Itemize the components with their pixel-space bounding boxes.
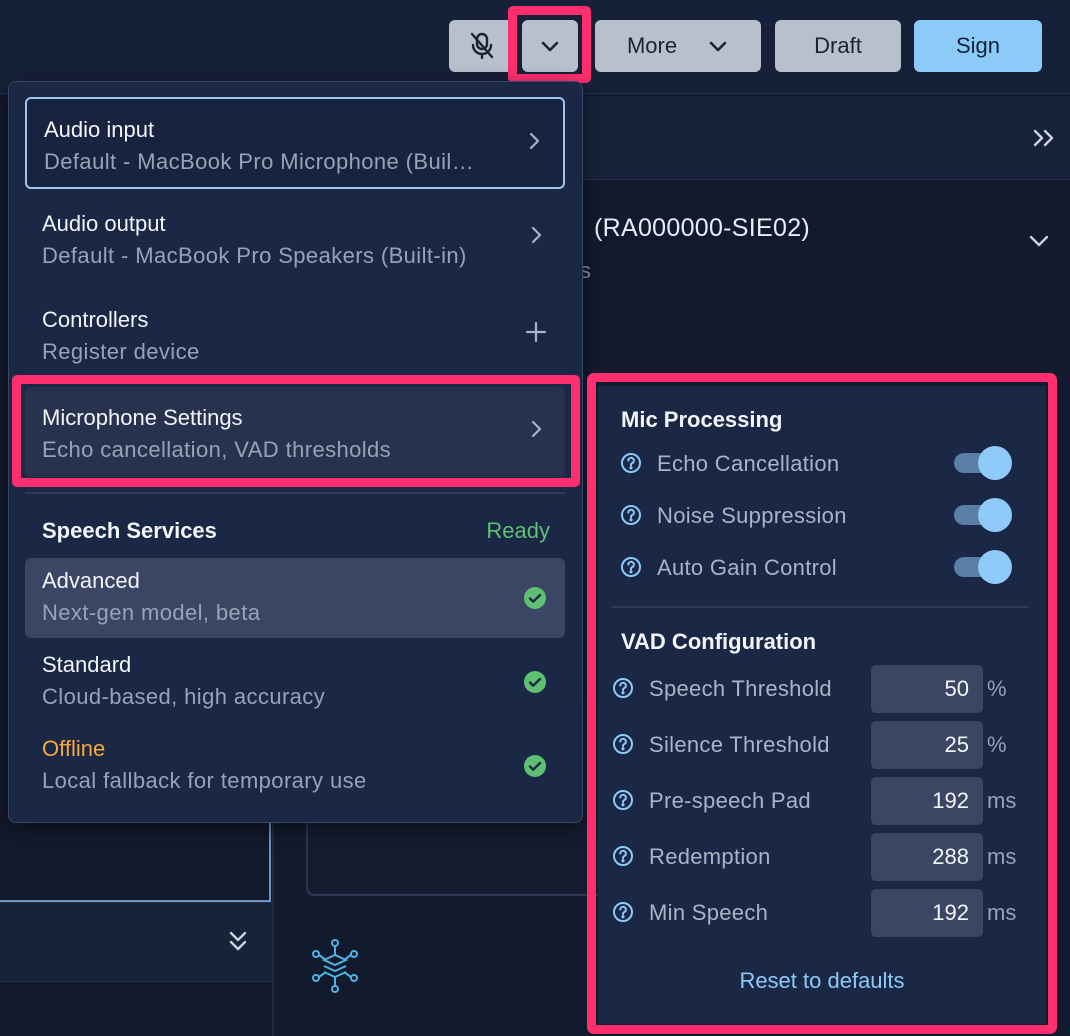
echo-cancellation-toggle[interactable] [954,446,1012,480]
toggle-row-noise-suppression: Noise Suppression [620,496,1012,536]
menu-item-audio-input[interactable]: Audio input Default - MacBook Pro Microp… [25,97,565,189]
vad-row-min-speech: Min Speech 192 ms [612,889,1032,937]
mic-mute-button[interactable] [449,20,515,72]
plus-icon [525,321,547,348]
menu-item-subtitle: Default - MacBook Pro Microphone (Buil… [44,149,475,174]
menu-item-title: Audio input [44,117,155,142]
vad-unit: ms [987,788,1017,813]
vad-configuration-heading: VAD Configuration [621,629,817,654]
help-circle-icon[interactable] [620,556,642,583]
vad-unit: ms [987,900,1017,925]
pre-speech-pad-input[interactable]: 192 [871,777,983,825]
help-circle-icon[interactable] [612,733,634,760]
vad-label: Redemption [649,844,771,869]
help-circle-icon[interactable] [612,789,634,816]
vad-unit: % [987,676,1007,701]
toggle-row-echo-cancellation: Echo Cancellation [620,444,1012,484]
redemption-input[interactable]: 288 [871,833,983,881]
menu-item-subtitle: Echo cancellation, VAD thresholds [42,437,392,462]
chevron-right-icon [529,419,543,444]
more-button[interactable]: More [595,20,761,72]
service-title: Advanced [42,568,140,593]
reset-to-defaults-link[interactable]: Reset to defaults [598,968,1046,994]
check-circle-icon [523,670,547,699]
record-title: (RA000000-SIE02) [594,214,811,242]
left-pane-footer [0,902,272,982]
vad-unit: % [987,732,1007,757]
double-chevron-right-icon[interactable] [1032,122,1056,156]
min-speech-input[interactable]: 192 [871,889,983,937]
toggle-label: Echo Cancellation [657,451,840,476]
help-circle-icon[interactable] [612,901,634,928]
service-subtitle: Next-gen model, beta [42,600,261,625]
help-circle-icon[interactable] [612,677,634,704]
help-circle-icon[interactable] [620,504,642,531]
audio-menu: Audio input Default - MacBook Pro Microp… [8,81,583,823]
service-subtitle: Local fallback for temporary use [42,768,367,793]
menu-item-title: Audio output [42,211,166,236]
toggle-row-auto-gain-control: Auto Gain Control [620,548,1012,588]
auto-gain-control-toggle[interactable] [954,550,1012,584]
speech-service-advanced[interactable]: Advanced Next-gen model, beta [25,558,565,638]
sign-button[interactable]: Sign [914,20,1042,72]
right-pane-header [580,96,1070,180]
chevron-down-icon[interactable] [1028,234,1050,253]
menu-item-title: Controllers [42,307,149,332]
silence-threshold-input[interactable]: 25 [871,721,983,769]
menu-item-subtitle: Register device [42,339,200,364]
toggle-label: Auto Gain Control [657,555,837,580]
help-circle-icon[interactable] [620,452,642,479]
vad-row-redemption: Redemption 288 ms [612,833,1032,881]
speech-services-status: Ready [486,518,550,543]
chevron-down-icon [539,39,561,53]
speech-service-offline[interactable]: Offline Local fallback for temporary use [25,726,565,806]
mic-processing-heading: Mic Processing [621,407,783,432]
microphone-settings-panel: Mic Processing Echo Cancellation Noise S… [598,386,1046,1024]
more-button-label: More [626,33,678,58]
vad-label: Silence Threshold [649,732,830,757]
menu-item-controllers[interactable]: Controllers Register device [25,289,565,379]
vad-unit: ms [987,844,1017,869]
menu-item-audio-output[interactable]: Audio output Default - MacBook Pro Speak… [25,193,565,283]
top-toolbar: More Draft Sign [0,0,1070,94]
vad-label: Speech Threshold [649,676,832,701]
vad-label: Min Speech [649,900,769,925]
toggle-label: Noise Suppression [657,503,847,528]
draft-button[interactable]: Draft [775,20,901,72]
speech-services-heading: Speech Services [42,518,217,543]
menu-divider [25,492,565,494]
chevron-right-icon [529,225,543,250]
speech-threshold-input[interactable]: 50 [871,665,983,713]
ai-network-logo-icon [310,938,360,999]
check-circle-icon [523,754,547,783]
speech-service-standard[interactable]: Standard Cloud-based, high accuracy [25,642,565,722]
service-subtitle: Cloud-based, high accuracy [42,684,326,709]
help-circle-icon[interactable] [612,845,634,872]
service-title: Offline [42,736,106,761]
double-chevron-down-icon[interactable] [228,929,248,958]
menu-item-microphone-settings[interactable]: Microphone Settings Echo cancellation, V… [25,387,565,477]
vad-row-speech-threshold: Speech Threshold 50 % [612,665,1032,713]
menu-item-subtitle: Default - MacBook Pro Speakers (Built-in… [42,243,467,268]
record-header: (RA000000-SIE02) s [580,180,1070,340]
vad-row-pre-speech-pad: Pre-speech Pad 192 ms [612,777,1032,825]
check-circle-icon [523,586,547,615]
mic-off-icon [468,31,496,61]
panel-divider [612,606,1028,608]
audio-menu-toggle-button[interactable] [522,20,578,72]
chevron-right-icon [527,131,541,156]
chevron-down-icon [707,39,729,53]
noise-suppression-toggle[interactable] [954,498,1012,532]
vad-row-silence-threshold: Silence Threshold 25 % [612,721,1032,769]
service-title: Standard [42,652,132,677]
menu-item-title: Microphone Settings [42,405,243,430]
vad-label: Pre-speech Pad [649,788,811,813]
